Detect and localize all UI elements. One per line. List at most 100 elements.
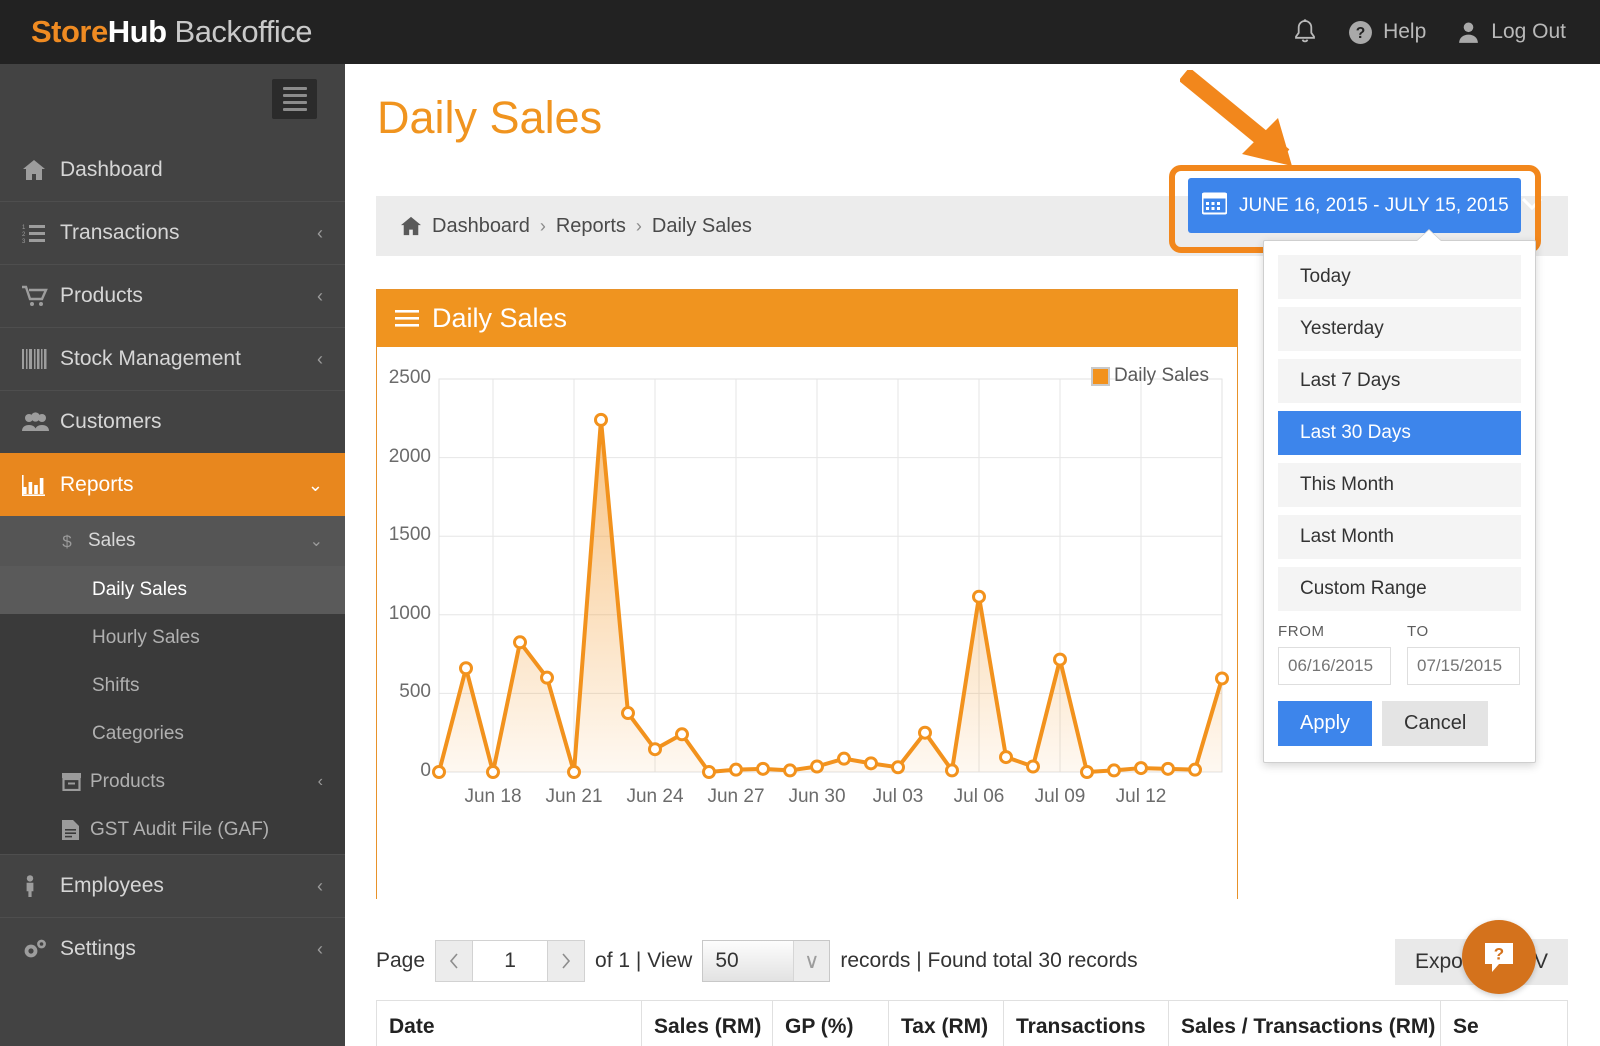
- sidebar-item-transactions[interactable]: 123 Transactions ‹: [0, 201, 345, 264]
- sidebar-item-stock-management[interactable]: Stock Management ‹: [0, 327, 345, 390]
- column-header-truncated[interactable]: Se: [1440, 1000, 1568, 1046]
- records-found-text: records | Found total 30 records: [840, 949, 1138, 972]
- file-icon: [62, 820, 90, 840]
- table-header-row: Date Sales (RM) GP (%) Tax (RM) Transact…: [376, 1000, 1568, 1046]
- sidebar-item-products[interactable]: Products ‹: [0, 264, 345, 327]
- sidebar-subitem-label: Categories: [92, 723, 184, 744]
- chevron-down-icon: ∨: [793, 941, 830, 981]
- sidebar-item-label: Products: [60, 284, 143, 307]
- sidebar-subitem-daily-sales[interactable]: Daily Sales: [0, 566, 345, 614]
- sidebar-chevron: ‹: [317, 348, 323, 369]
- brand-hub: Hub: [107, 14, 167, 49]
- x-axis-tick: Jul 06: [953, 786, 1005, 807]
- sidebar-subitem-label: Daily Sales: [92, 579, 188, 600]
- records-per-page-value: 50: [715, 949, 739, 972]
- range-option-today[interactable]: Today: [1278, 255, 1521, 299]
- help-button[interactable]: ? Help: [1348, 20, 1426, 45]
- to-label: TO: [1407, 623, 1429, 640]
- page-number-input[interactable]: [473, 940, 548, 982]
- range-option-last-30-days[interactable]: Last 30 Days: [1278, 411, 1521, 455]
- column-header-tax[interactable]: Tax (RM): [888, 1000, 1004, 1046]
- dollar-icon: $: [60, 531, 88, 551]
- sidebar-subitem-shifts[interactable]: Shifts: [0, 662, 345, 710]
- custom-range-fields: FROM TO: [1278, 623, 1521, 685]
- archive-icon: [62, 773, 90, 791]
- cart-icon: [22, 285, 60, 307]
- brand-logo[interactable]: StoreHub Backoffice: [31, 14, 312, 50]
- y-axis-tick: 2000: [388, 445, 431, 467]
- logout-button[interactable]: Log Out: [1456, 20, 1566, 45]
- sidebar-subitem-categories[interactable]: Categories: [0, 710, 345, 758]
- sidebar-subitem-sales[interactable]: $ Sales ⌄: [0, 516, 345, 566]
- column-header-gp[interactable]: GP (%): [772, 1000, 889, 1046]
- sidebar-subitem-gst-audit-file[interactable]: GST Audit File (GAF): [0, 806, 345, 854]
- sidebar-item-label: Customers: [60, 410, 162, 433]
- sidebar-chevron: ‹: [317, 222, 323, 243]
- notifications-button[interactable]: [1292, 18, 1318, 46]
- svg-text:3: 3: [22, 239, 26, 243]
- bell-icon: [1292, 18, 1318, 46]
- sidebar-chevron: ‹: [317, 875, 323, 896]
- dropdown-actions: Apply Cancel: [1278, 701, 1521, 746]
- range-option-yesterday[interactable]: Yesterday: [1278, 307, 1521, 351]
- page-title: Daily Sales: [377, 92, 603, 143]
- sidebar-toggle-button[interactable]: [272, 79, 317, 119]
- date-range-label: JUNE 16, 2015 - JULY 15, 2015: [1239, 194, 1509, 216]
- sidebar-subitem-label: Products: [90, 771, 165, 792]
- range-option-last-7-days[interactable]: Last 7 Days: [1278, 359, 1521, 403]
- brand-backoffice: Backoffice: [174, 14, 313, 49]
- x-axis-tick: Jul 09: [1034, 786, 1086, 807]
- chart-legend[interactable]: Daily Sales: [1090, 365, 1209, 387]
- logout-label: Log Out: [1491, 20, 1566, 43]
- sidebar-item-settings[interactable]: Settings ‹: [0, 917, 345, 980]
- sidebar-item-label: Settings: [60, 937, 136, 960]
- date-range-button[interactable]: JUNE 16, 2015 - JULY 15, 2015: [1188, 178, 1542, 233]
- sidebar-subitem-chevron: ⌄: [309, 533, 323, 550]
- breadcrumb-item-daily-sales: Daily Sales: [651, 214, 752, 237]
- question-chat-icon: ?: [1485, 943, 1513, 972]
- sidebar-item-label: Transactions: [60, 221, 180, 244]
- next-page-button[interactable]: [547, 940, 586, 982]
- sidebar-item-reports[interactable]: Reports ⌄: [0, 453, 345, 516]
- calendar-icon: [1201, 191, 1228, 221]
- sidebar-item-dashboard[interactable]: Dashboard: [0, 138, 345, 201]
- daily-sales-table: Date Sales (RM) GP (%) Tax (RM) Transact…: [376, 1000, 1568, 1046]
- hamburger-icon[interactable]: [395, 303, 419, 334]
- sidebar-subitem-label: GST Audit File (GAF): [90, 819, 270, 840]
- sidebar-item-customers[interactable]: Customers: [0, 390, 345, 453]
- range-option-custom-range[interactable]: Custom Range: [1278, 567, 1521, 611]
- sidebar: Dashboard 123 Transactions ‹ Products ‹ …: [0, 64, 345, 1046]
- user-icon: [1456, 20, 1481, 45]
- sidebar-subitem-products[interactable]: Products ‹: [0, 758, 345, 806]
- x-axis-tick: Jul 03: [872, 786, 924, 807]
- x-axis-tick: Jul 12: [1115, 786, 1167, 807]
- sidebar-item-employees[interactable]: Employees ‹: [0, 854, 345, 917]
- sidebar-item-label: Stock Management: [60, 347, 241, 370]
- help-chat-button[interactable]: ?: [1462, 920, 1536, 994]
- prev-page-button[interactable]: [435, 940, 474, 982]
- breadcrumb-separator: ›: [539, 215, 546, 236]
- barcode-icon: [22, 349, 60, 369]
- legend-swatch: [1090, 366, 1110, 386]
- to-date-input[interactable]: [1407, 647, 1520, 685]
- sales-line-chart[interactable]: [377, 347, 1237, 899]
- breadcrumb-item-dashboard[interactable]: Dashboard: [432, 215, 530, 238]
- column-header-sales-per-transactions[interactable]: Sales / Transactions (RM): [1168, 1000, 1441, 1046]
- brand-store: Store: [31, 14, 108, 49]
- from-label: FROM: [1278, 623, 1325, 640]
- breadcrumb-item-reports[interactable]: Reports: [556, 215, 626, 238]
- column-header-date[interactable]: Date: [376, 1000, 642, 1046]
- y-axis-tick: 0: [420, 760, 431, 781]
- x-axis-tick: Jun 18: [464, 786, 522, 807]
- from-date-input[interactable]: [1278, 647, 1391, 685]
- y-axis-tick: 1500: [388, 524, 431, 546]
- sidebar-subitem-hourly-sales[interactable]: Hourly Sales: [0, 614, 345, 662]
- column-header-sales[interactable]: Sales (RM): [641, 1000, 773, 1046]
- apply-button[interactable]: Apply: [1278, 701, 1373, 746]
- column-header-transactions[interactable]: Transactions: [1003, 1000, 1169, 1046]
- range-option-this-month[interactable]: This Month: [1278, 463, 1521, 507]
- records-per-page-select[interactable]: 50 ∨: [702, 940, 831, 982]
- cancel-button[interactable]: Cancel: [1382, 701, 1489, 746]
- range-option-last-month[interactable]: Last Month: [1278, 515, 1521, 559]
- hamburger-line: [282, 94, 307, 97]
